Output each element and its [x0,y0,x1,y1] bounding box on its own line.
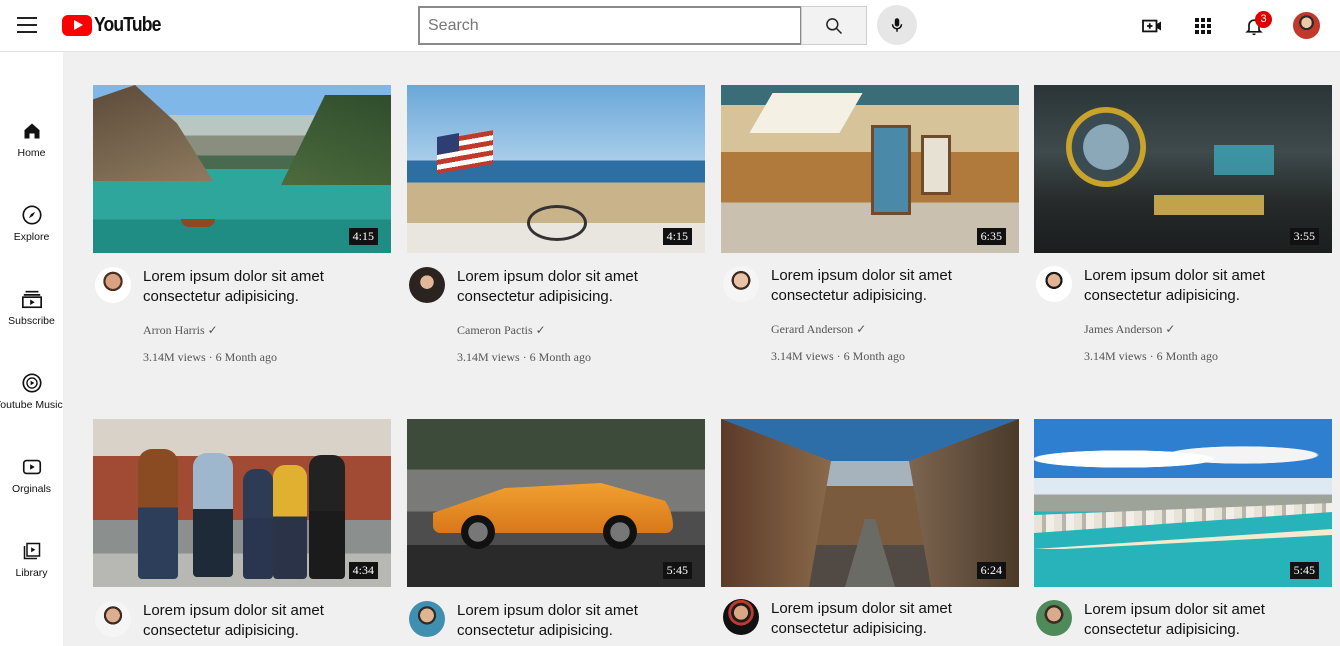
video-thumbnail[interactable]: 3:55 [1034,85,1332,253]
sidebar-item-label: Youtube Music [0,399,63,411]
video-thumbnail[interactable]: 4:15 [93,85,391,253]
channel-name[interactable]: Cameron Pactis ✓ [457,323,546,338]
channel-avatar[interactable] [95,267,131,303]
sidebar-item-youtube-music[interactable]: Youtube Music [0,372,63,432]
library-icon [23,542,40,560]
top-bar: YouTube 3 [0,0,1340,52]
sidebar-item-label: Subscribe [8,315,55,327]
video-duration: 4:15 [662,228,692,245]
video-card[interactable]: 5:45 Lorem ipsum dolor sit amet consecte… [407,419,705,639]
sidebar-item-label: Home [17,147,46,159]
create-video-button[interactable] [1140,14,1164,38]
search-button[interactable] [801,6,867,45]
originals-icon [22,459,41,475]
video-title[interactable]: Lorem ipsum dolor sit amet consectetur a… [457,267,697,307]
video-title[interactable]: Lorem ipsum dolor sit amet consectetur a… [771,266,1011,306]
voice-search-button[interactable] [877,5,917,45]
video-title[interactable]: Lorem ipsum dolor sit amet consectetur a… [1084,266,1324,306]
video-thumbnail[interactable]: 5:45 [407,419,705,587]
channel-avatar[interactable] [95,601,131,637]
video-thumbnail[interactable]: 6:35 [721,85,1019,253]
video-duration: 4:34 [348,562,378,579]
search-input[interactable] [420,8,800,43]
video-card[interactable]: 4:15 Lorem ipsum dolor sit amet consecte… [93,85,391,364]
channel-name[interactable]: Gerard Anderson ✓ [771,322,866,337]
channel-avatar[interactable] [723,599,759,635]
play-logo-icon [62,14,92,36]
video-duration: 6:24 [976,562,1006,579]
home-icon [24,123,39,139]
logo-text: YouTube [94,13,161,36]
video-card[interactable]: 3:55 Lorem ipsum dolor sit amet consecte… [1034,85,1332,363]
video-duration: 6:35 [976,228,1006,245]
sidebar-item-label: Orginals [11,483,52,495]
video-duration: 5:45 [1289,562,1319,579]
sidebar-item-label: Explore [13,231,50,243]
menu-icon[interactable] [17,17,37,33]
sidebar-item-subscribe[interactable]: Subscribe [0,288,63,348]
video-meta: 3.14M views · 6 Month ago [457,350,591,364]
video-title[interactable]: Lorem ipsum dolor sit amet consectetur a… [143,267,383,307]
video-thumbnail[interactable]: 6:24 [721,419,1019,587]
video-meta: 3.14M views · 6 Month ago [771,349,905,363]
search-icon [826,17,843,34]
video-thumbnail[interactable]: 5:45 [1034,419,1332,587]
channel-avatar[interactable] [409,601,445,637]
video-card[interactable]: 4:15 Lorem ipsum dolor sit amet consecte… [407,85,705,364]
subscriptions-icon [21,290,42,309]
video-meta: 3.14M views · 6 Month ago [1084,349,1218,363]
music-icon [21,373,42,393]
video-card[interactable]: 6:35 Lorem ipsum dolor sit amet consecte… [721,85,1019,363]
video-duration: 5:45 [662,562,692,579]
channel-avatar[interactable] [1036,600,1072,636]
video-title[interactable]: Lorem ipsum dolor sit amet consectetur a… [1084,600,1324,640]
channel-avatar[interactable] [1036,266,1072,302]
microphone-icon [891,18,903,32]
video-meta: 3.14M views · 6 Month ago [143,350,277,364]
search-box [418,6,802,45]
video-card[interactable]: 4:34 Lorem ipsum dolor sit amet consecte… [93,419,391,639]
channel-name[interactable]: Arron Harris ✓ [143,323,218,338]
video-title[interactable]: Lorem ipsum dolor sit amet consectetur a… [457,601,697,641]
account-avatar[interactable] [1293,12,1320,39]
video-add-icon [1142,19,1161,33]
video-title[interactable]: Lorem ipsum dolor sit amet consectetur a… [143,601,383,641]
channel-avatar[interactable] [409,267,445,303]
apps-button[interactable] [1191,14,1215,38]
sidebar-item-label: Library [15,567,48,579]
video-card[interactable]: 6:24 Lorem ipsum dolor sit amet consecte… [721,419,1019,637]
sidebar-item-explore[interactable]: Explore [0,204,63,264]
sidebar-item-home[interactable]: Home [0,120,63,180]
sidebar: Home Explore Subscribe Youtube Music Org… [0,52,63,646]
channel-name[interactable]: James Anderson ✓ [1084,322,1175,337]
video-title[interactable]: Lorem ipsum dolor sit amet consectetur a… [771,599,1011,639]
video-thumbnail[interactable]: 4:15 [407,85,705,253]
video-duration: 3:55 [1289,228,1319,245]
notification-badge: 3 [1255,11,1272,28]
compass-icon [21,205,42,225]
apps-grid-icon [1195,18,1211,34]
video-thumbnail[interactable]: 4:34 [93,419,391,587]
sidebar-item-library[interactable]: Library [0,540,63,600]
sidebar-item-originals[interactable]: Orginals [0,456,63,516]
video-card[interactable]: 5:45 Lorem ipsum dolor sit amet consecte… [1034,419,1332,638]
video-duration: 4:15 [348,228,378,245]
youtube-logo[interactable]: YouTube [62,13,170,37]
channel-avatar[interactable] [723,266,759,302]
